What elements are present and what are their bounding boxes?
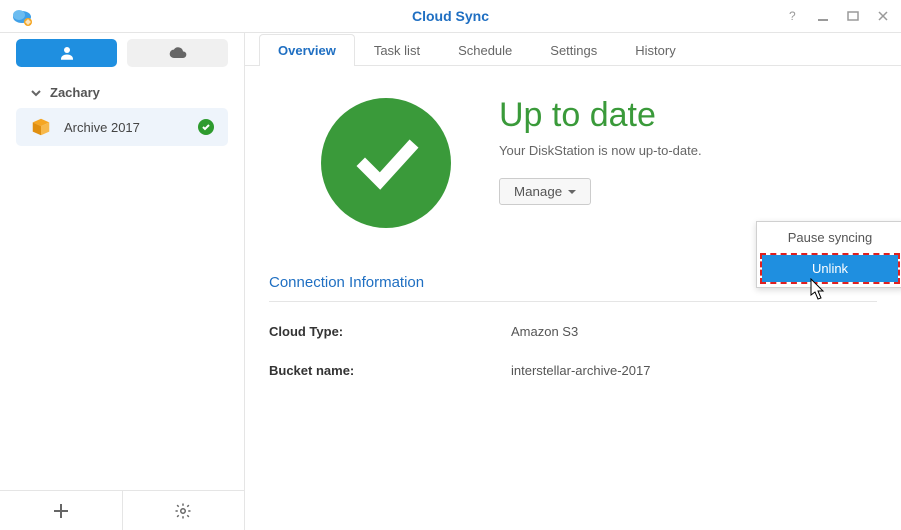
bucket-label: Bucket name: — [269, 363, 511, 378]
user-name: Zachary — [50, 85, 100, 100]
cloud-icon — [168, 46, 188, 60]
chevron-down-icon — [30, 87, 42, 99]
content-area: Up to date Your DiskStation is now up-to… — [245, 66, 901, 530]
settings-button[interactable] — [122, 491, 245, 530]
window-title: Cloud Sync — [0, 8, 901, 24]
sidebar-tab-user[interactable] — [16, 39, 117, 67]
titlebar: Cloud Sync ? — [0, 0, 901, 33]
app-icon — [10, 4, 34, 28]
status-text: Up to date Your DiskStation is now up-to… — [499, 96, 702, 205]
manage-button[interactable]: Manage — [499, 178, 591, 205]
minimize-icon[interactable] — [815, 8, 831, 24]
main-tabs: Overview Task list Schedule Settings His… — [245, 33, 901, 66]
sidebar-tab-cloud[interactable] — [127, 39, 228, 67]
cloud-type-label: Cloud Type: — [269, 324, 511, 339]
menu-item-pause[interactable]: Pause syncing — [757, 222, 901, 253]
gear-icon — [174, 502, 192, 520]
window-controls: ? — [785, 8, 891, 24]
user-icon — [58, 44, 76, 62]
tab-schedule[interactable]: Schedule — [439, 34, 531, 66]
sidebar-bottom-bar — [0, 490, 244, 530]
info-row-bucket: Bucket name: interstellar-archive-2017 — [269, 357, 877, 396]
menu-item-unlink[interactable]: Unlink — [762, 255, 898, 282]
manage-dropdown: Pause syncing Unlink — [756, 221, 901, 288]
sidebar-tabs — [0, 33, 244, 67]
main-panel: Overview Task list Schedule Settings His… — [245, 33, 901, 530]
cloud-type-value: Amazon S3 — [511, 324, 578, 339]
sidebar: Zachary Archive 2017 — [0, 33, 245, 530]
tab-tasklist[interactable]: Task list — [355, 34, 439, 66]
plus-icon — [52, 502, 70, 520]
user-heading[interactable]: Zachary — [0, 67, 244, 108]
help-icon[interactable]: ? — [785, 8, 801, 24]
add-button[interactable] — [0, 491, 122, 530]
svg-text:?: ? — [789, 9, 796, 23]
status-subheading: Your DiskStation is now up-to-date. — [499, 143, 702, 158]
tab-settings[interactable]: Settings — [531, 34, 616, 66]
check-large-icon — [350, 127, 422, 199]
status-circle — [321, 98, 451, 228]
maximize-icon[interactable] — [845, 8, 861, 24]
tab-overview[interactable]: Overview — [259, 34, 355, 66]
check-icon — [201, 122, 211, 132]
bucket-value: interstellar-archive-2017 — [511, 363, 650, 378]
sidebar-item-label: Archive 2017 — [64, 120, 186, 135]
sidebar-item-archive[interactable]: Archive 2017 — [16, 108, 228, 146]
status-row: Up to date Your DiskStation is now up-to… — [269, 96, 877, 228]
info-row-cloud-type: Cloud Type: Amazon S3 — [269, 318, 877, 357]
box-icon — [30, 116, 52, 138]
tab-history[interactable]: History — [616, 34, 694, 66]
manage-button-label: Manage — [514, 184, 562, 199]
status-ok-badge — [198, 119, 214, 135]
menu-item-unlink-highlight: Unlink — [760, 253, 900, 284]
close-icon[interactable] — [875, 8, 891, 24]
status-heading: Up to date — [499, 96, 702, 135]
